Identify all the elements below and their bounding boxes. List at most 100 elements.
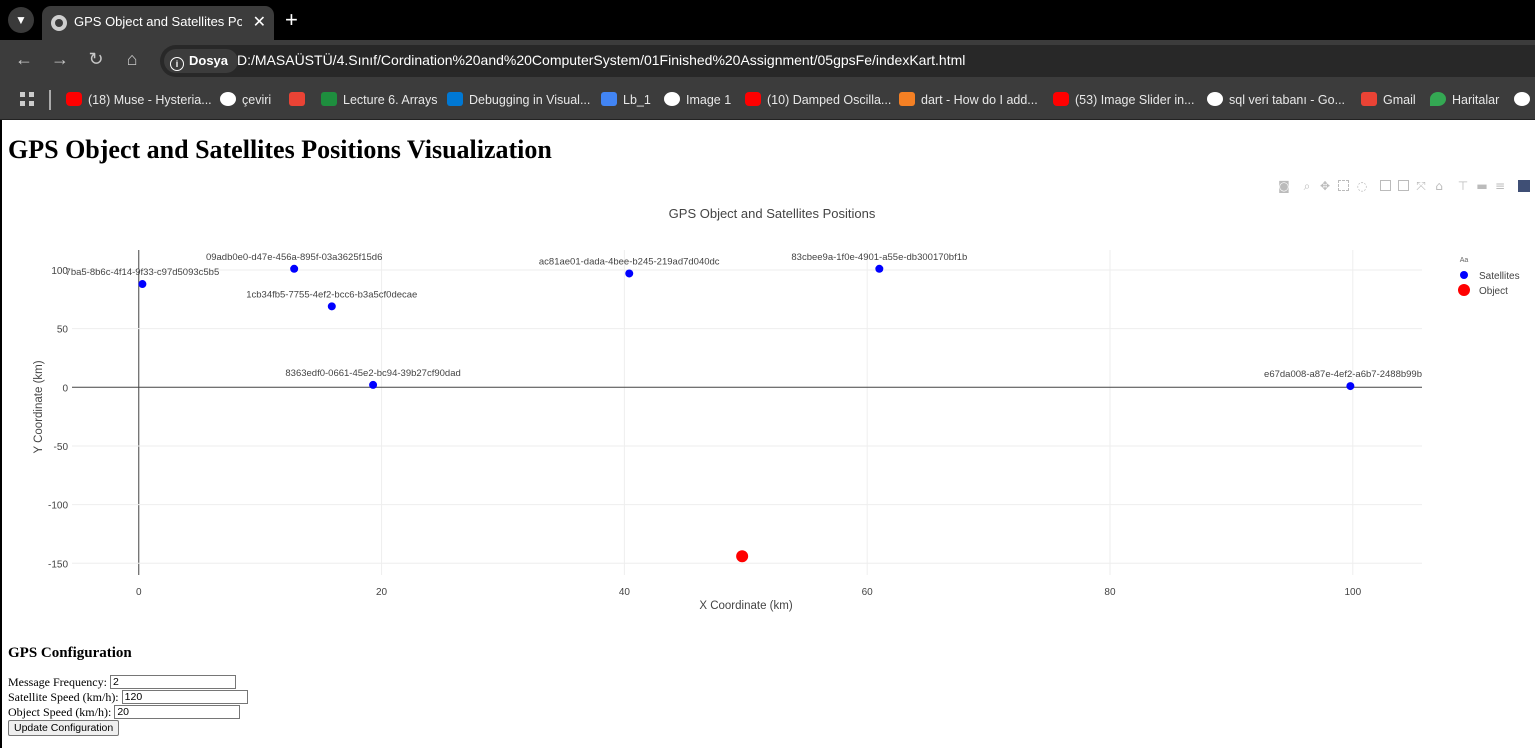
bookmark-label: Gmail bbox=[1383, 93, 1416, 107]
bookmark-item[interactable]: Debugging in Visual... bbox=[447, 91, 590, 109]
stackoverflow-icon bbox=[899, 92, 915, 106]
bookmark-label: (53) Image Slider in... bbox=[1075, 93, 1195, 107]
chart-ticks: 0 20 40 60 80 100100500-50-100-150 bbox=[48, 266, 1362, 598]
y-tick-label: -150 bbox=[48, 559, 68, 570]
site-chip-label: Dosya bbox=[189, 53, 229, 68]
bookmark-item[interactable]: Gmail bbox=[1361, 91, 1416, 109]
url-text[interactable]: D:/MASAÜSTÜ/4.Sınıf/Cordination%20and%20… bbox=[237, 52, 965, 68]
bookmark-item[interactable]: Lecture 6. Arrays bbox=[321, 91, 438, 109]
zoom-icon[interactable]: ⌕ bbox=[1301, 180, 1313, 192]
spike-lines-icon[interactable]: ⊤ bbox=[1457, 180, 1469, 192]
forward-arrow-icon[interactable]: → bbox=[48, 49, 72, 70]
home-icon[interactable]: ⌂ bbox=[120, 49, 144, 70]
bookmark-item[interactable]: çeviri bbox=[220, 91, 271, 109]
bookmark-item[interactable] bbox=[1514, 91, 1535, 109]
page-title: GPS Object and Satellites Positions Visu… bbox=[8, 135, 552, 164]
object-speed-row: Object Speed (km/h): bbox=[8, 705, 241, 720]
point-label: 1cb34fb5-7755-4ef2-bcc6-b3a5cf0decae bbox=[246, 289, 417, 300]
x-tick-label: 80 bbox=[1104, 587, 1116, 598]
bookmark-item[interactable]: sql veri tabanı - Go... bbox=[1207, 91, 1345, 109]
google-icon bbox=[1514, 92, 1530, 106]
box-select-icon[interactable] bbox=[1338, 180, 1349, 191]
bookmark-item[interactable]: (53) Image Slider in... bbox=[1053, 91, 1195, 109]
message-frequency-input[interactable] bbox=[109, 675, 236, 689]
lasso-select-icon[interactable]: ◌ bbox=[1356, 180, 1368, 192]
new-tab-plus-icon[interactable]: + bbox=[285, 7, 298, 33]
satellite-point bbox=[1346, 382, 1355, 391]
x-axis-title: X Coordinate (km) bbox=[699, 600, 792, 612]
bookmark-label: Debugging in Visual... bbox=[469, 93, 591, 107]
hover-closest-icon[interactable]: ▬ bbox=[1476, 180, 1488, 192]
point-label: 8363edf0-0661-45e2-bc94-39b27cf90dad bbox=[285, 368, 460, 379]
plotly-logo-icon[interactable] bbox=[1518, 180, 1530, 192]
satellite-point bbox=[875, 264, 884, 273]
point-label: 09adb0e0-d47e-456a-895f-03a3625f15d6 bbox=[206, 252, 382, 263]
point-label: 83cbee9a-1f0e-4901-a55e-db300170bf1b bbox=[791, 252, 967, 263]
satellite-speed-label: Satellite Speed (km/h): bbox=[8, 690, 119, 704]
bookmark-label: Image 1 bbox=[686, 93, 732, 107]
browser-toolbar: ← → ↻ ⌂ i Dosya D:/MASAÜSTÜ/4.Sınıf/Cordi… bbox=[0, 40, 1535, 82]
info-icon: i bbox=[170, 57, 184, 71]
satellite-point bbox=[369, 380, 378, 389]
browser-tab[interactable]: GPS Object and Satellites Position ✕ bbox=[42, 6, 274, 40]
satellite-point bbox=[290, 264, 299, 273]
bookmark-item[interactable]: (10) Damped Oscilla... bbox=[745, 91, 891, 109]
bookmark-label: Lb_1 bbox=[623, 93, 651, 107]
chart-title: GPS Object and Satellites Positions bbox=[669, 206, 876, 221]
bookmark-label: (18) Muse - Hysteria... bbox=[88, 93, 212, 107]
point-label: e67da008-a87e-4ef2-a6b7-2488b99b bbox=[1264, 369, 1422, 380]
legend-label: Satellites bbox=[1479, 271, 1520, 282]
gps-config-panel: GPS Configuration Message Frequency: Sat… bbox=[8, 645, 248, 736]
chart-legend: Aa Satellites Object bbox=[1458, 257, 1520, 297]
bookmarks-bar: (18) Muse - Hysteria... çeviri Lecture 6… bbox=[0, 82, 1535, 120]
bookmark-item[interactable]: Lb_1 bbox=[601, 91, 651, 109]
address-bar[interactable]: i Dosya D:/MASAÜSTÜ/4.Sınıf/Cordination%2… bbox=[160, 45, 1535, 77]
x-tick-label: 0 bbox=[136, 587, 142, 598]
bookmark-label: (10) Damped Oscilla... bbox=[767, 93, 892, 107]
update-configuration-button[interactable]: Update Configuration bbox=[8, 720, 120, 736]
zoom-in-icon[interactable] bbox=[1380, 180, 1391, 191]
bookmark-item[interactable] bbox=[289, 91, 311, 109]
reset-axes-icon[interactable]: ⌂ bbox=[1433, 180, 1445, 192]
globe-icon bbox=[664, 92, 680, 106]
object-speed-label: Object Speed (km/h): bbox=[8, 705, 112, 719]
apps-grid-icon[interactable] bbox=[20, 92, 34, 106]
legend-marker bbox=[1458, 284, 1470, 296]
tab-search-chevron-icon[interactable]: ▼ bbox=[8, 7, 34, 33]
user-icon bbox=[601, 92, 617, 106]
scatter-chart[interactable]: GPS Object and Satellites Positions X Co… bbox=[2, 195, 1532, 615]
point-label: 7ba5-8b6c-4f14-9f33-c97d5093c5b5 bbox=[66, 267, 220, 278]
close-tab-icon[interactable]: ✕ bbox=[253, 12, 266, 32]
x-tick-label: 40 bbox=[619, 587, 631, 598]
bookmark-item[interactable]: Haritalar bbox=[1430, 91, 1499, 109]
y-tick-label: -50 bbox=[54, 442, 69, 453]
google-icon bbox=[1207, 92, 1223, 106]
zoom-out-icon[interactable] bbox=[1398, 180, 1409, 191]
hover-compare-icon[interactable]: ≡ bbox=[1494, 180, 1506, 192]
satellite-speed-input[interactable] bbox=[121, 690, 248, 704]
autoscale-icon[interactable]: ⤧ bbox=[1415, 180, 1427, 192]
bookmark-label: Lecture 6. Arrays bbox=[343, 93, 438, 107]
x-tick-label: 60 bbox=[862, 587, 874, 598]
bookmark-item[interactable]: (18) Muse - Hysteria... bbox=[66, 91, 212, 109]
site-info-chip[interactable]: i Dosya bbox=[164, 49, 239, 73]
tab-title: GPS Object and Satellites Position bbox=[74, 14, 242, 29]
reload-icon[interactable]: ↻ bbox=[84, 49, 108, 70]
pan-icon[interactable]: ✥ bbox=[1319, 180, 1331, 192]
maps-icon bbox=[1430, 92, 1446, 106]
bookmark-label: dart - How do I add... bbox=[921, 93, 1038, 107]
message-frequency-row: Message Frequency: bbox=[8, 675, 236, 690]
satellite-speed-row: Satellite Speed (km/h): bbox=[8, 690, 248, 705]
y-tick-label: 0 bbox=[62, 383, 68, 394]
satellite-point bbox=[327, 302, 336, 311]
back-arrow-icon[interactable]: ← bbox=[12, 49, 36, 70]
x-tick-label: 20 bbox=[376, 587, 388, 598]
object-speed-input[interactable] bbox=[114, 705, 241, 719]
point-label: ac81ae01-dada-4bee-b245-219ad7d040dc bbox=[539, 256, 720, 267]
bookmark-label: sql veri tabanı - Go... bbox=[1229, 93, 1346, 107]
bookmark-item[interactable]: dart - How do I add... bbox=[899, 91, 1038, 109]
bookmark-item[interactable]: Image 1 bbox=[664, 91, 731, 109]
globe-icon bbox=[51, 15, 67, 31]
legend-label: Object bbox=[1479, 286, 1508, 297]
camera-icon[interactable]: ◙ bbox=[1278, 180, 1290, 192]
